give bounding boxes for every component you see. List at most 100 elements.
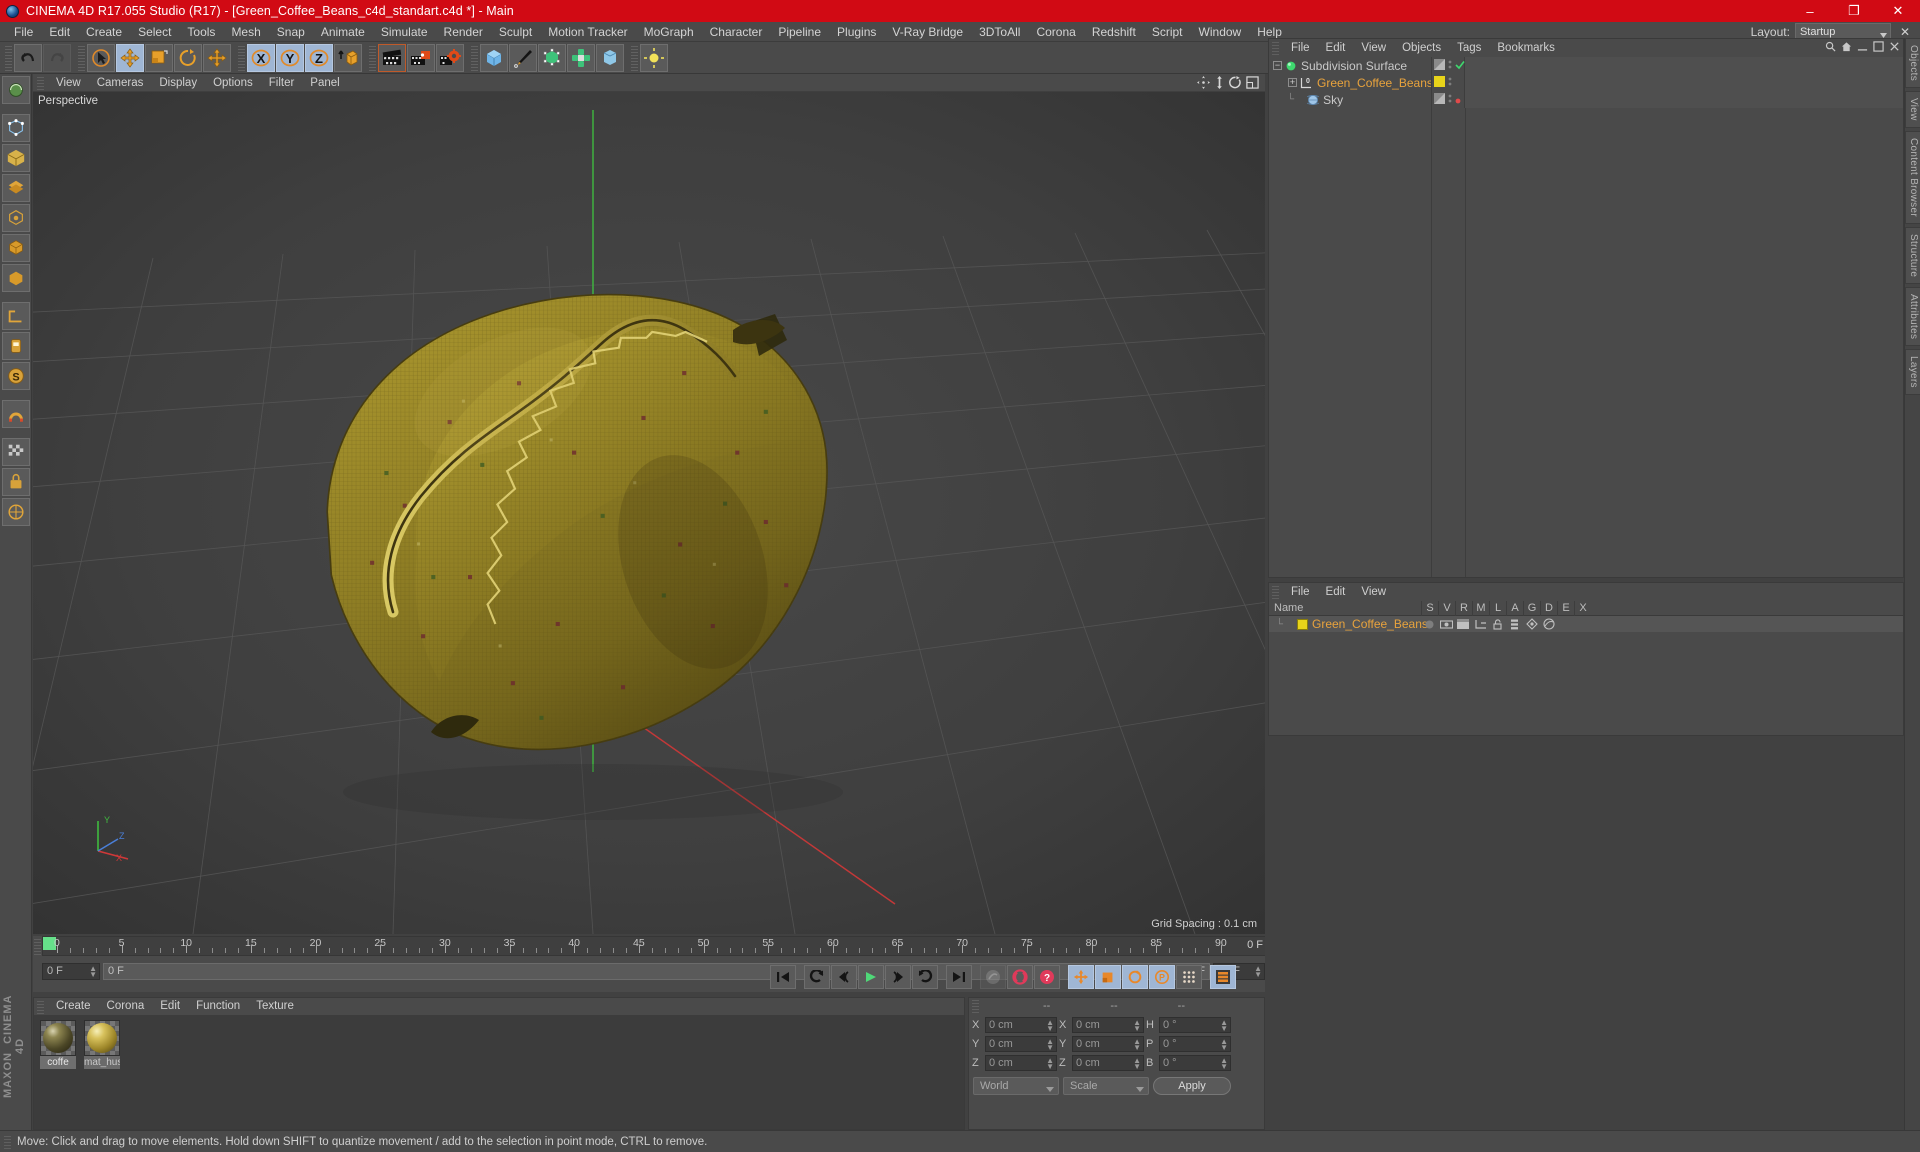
- spinner-icon[interactable]: ▲ ▼: [1046, 1038, 1054, 1052]
- enable-axis-button[interactable]: [1, 204, 30, 232]
- object-tree[interactable]: − Subdivision Surface +0 Green_Coffee_Beans…: [1269, 57, 1903, 577]
- layer-color-swatch[interactable]: [1297, 618, 1308, 630]
- disabled-dot-icon[interactable]: [1455, 93, 1461, 107]
- record-active-objects-button[interactable]: [980, 965, 1006, 989]
- lock-z-axis-button[interactable]: Z: [305, 43, 333, 72]
- material-grip[interactable]: [37, 999, 44, 1014]
- maximize-view-icon[interactable]: [1246, 76, 1259, 92]
- workplane-button[interactable]: [1, 332, 30, 360]
- viewport-menu-filter[interactable]: Filter: [261, 74, 303, 92]
- menu-item-mesh[interactable]: Mesh: [223, 22, 268, 42]
- menu-item-simulate[interactable]: Simulate: [373, 22, 436, 42]
- spinner-icon[interactable]: ▲ ▼: [1220, 1038, 1228, 1052]
- object-row[interactable]: − Subdivision Surface: [1269, 57, 1903, 74]
- material-menu-edit[interactable]: Edit: [152, 998, 188, 1015]
- layer-column-r[interactable]: R: [1455, 600, 1472, 616]
- spinner-icon[interactable]: ▲ ▼: [1133, 1057, 1141, 1071]
- home-icon[interactable]: [1841, 41, 1852, 55]
- layer-column-g[interactable]: G: [1523, 600, 1540, 616]
- world-object-coordinates-button[interactable]: [334, 43, 362, 72]
- toolbar-grip[interactable]: [631, 44, 638, 71]
- step-back-button[interactable]: [831, 965, 857, 989]
- spinner-icon[interactable]: ▲ ▼: [1220, 1057, 1228, 1071]
- menu-item-render[interactable]: Render: [436, 22, 491, 42]
- animation-toggle-icon[interactable]: [1506, 616, 1523, 632]
- manager-toggle-icon[interactable]: [1472, 616, 1489, 632]
- play-backwards-button[interactable]: [804, 965, 830, 989]
- layer-column-name[interactable]: Name: [1269, 602, 1421, 614]
- transform-tool[interactable]: [203, 43, 231, 72]
- live-selection-tool[interactable]: [87, 43, 115, 72]
- timeline-ruler[interactable]: 0 5 10 15 20 25 30 35 40 45 50 55 60 65 70 75 80 85 90 0 F: [34, 936, 1265, 956]
- toolbar-grip[interactable]: [78, 44, 85, 71]
- scale-tool[interactable]: [145, 43, 173, 72]
- minimize-panel-icon[interactable]: [1857, 41, 1868, 55]
- material-tag-icon[interactable]: [1434, 75, 1445, 90]
- object-menu-view[interactable]: View: [1353, 39, 1394, 57]
- toolbar-grip[interactable]: [238, 44, 245, 71]
- scale-channel-button[interactable]: [1095, 965, 1121, 989]
- object-mode-button[interactable]: [1, 264, 30, 292]
- layer-menu-edit[interactable]: Edit: [1318, 583, 1354, 601]
- step-forward-button[interactable]: [885, 965, 911, 989]
- rotation-p-field[interactable]: 0 ° ▲ ▼: [1159, 1036, 1231, 1052]
- size-x-field[interactable]: 0 cm ▲ ▼: [1072, 1017, 1144, 1033]
- redo-button[interactable]: [43, 43, 71, 72]
- add-cube-button[interactable]: [480, 43, 508, 72]
- loop-button[interactable]: [912, 965, 938, 989]
- visibility-dots-icon[interactable]: [1448, 76, 1452, 90]
- solo-toggle-icon[interactable]: [1421, 616, 1438, 632]
- rotation-h-field[interactable]: 0 ° ▲ ▼: [1159, 1017, 1231, 1033]
- current-frame-field[interactable]: 0 F ▲ ▼: [42, 962, 100, 980]
- viewport-menu-display[interactable]: Display: [151, 74, 205, 92]
- lock-x-axis-button[interactable]: X: [247, 43, 275, 72]
- material-menu-corona[interactable]: Corona: [99, 998, 153, 1015]
- enabled-check-icon[interactable]: [1455, 59, 1465, 73]
- spinner-icon[interactable]: ▲ ▼: [1254, 964, 1262, 978]
- add-spline-pen-button[interactable]: [509, 43, 537, 72]
- menu-item-snap[interactable]: Snap: [269, 22, 313, 42]
- generator-toggle-icon[interactable]: [1523, 616, 1540, 632]
- menu-item-corona[interactable]: Corona: [1028, 22, 1083, 42]
- object-row[interactable]: └ Sky: [1269, 91, 1903, 108]
- menu-item-pipeline[interactable]: Pipeline: [770, 22, 829, 42]
- viewport-canvas[interactable]: Perspective Y X Z Grid Spacing: 0.1 cm: [33, 92, 1265, 934]
- viewport-grip[interactable]: [37, 75, 44, 90]
- menu-item-v-ray-bridge[interactable]: V-Ray Bridge: [884, 22, 971, 42]
- right-tab-objects[interactable]: Objects: [1905, 38, 1920, 89]
- size-y-field[interactable]: 0 cm ▲ ▼: [1072, 1036, 1144, 1052]
- viewport-menu-panel[interactable]: Panel: [302, 74, 347, 92]
- right-tab-structure[interactable]: Structure: [1905, 226, 1920, 284]
- spinner-icon[interactable]: ▲ ▼: [1046, 1057, 1054, 1071]
- layer-menu-file[interactable]: File: [1283, 583, 1318, 601]
- add-light-button[interactable]: [640, 43, 668, 72]
- toolbar-grip[interactable]: [471, 44, 478, 71]
- timeline-grip[interactable]: [34, 938, 41, 955]
- layer-column-s[interactable]: S: [1421, 600, 1438, 616]
- undo-button[interactable]: [14, 43, 42, 72]
- menu-item-edit[interactable]: Edit: [41, 22, 78, 42]
- object-menu-tags[interactable]: Tags: [1449, 39, 1489, 57]
- object-menu-objects[interactable]: Objects: [1394, 39, 1449, 57]
- layer-column-m[interactable]: M: [1472, 600, 1489, 616]
- menu-item-animate[interactable]: Animate: [313, 22, 373, 42]
- minimize-button[interactable]: –: [1788, 0, 1832, 22]
- maximize-button[interactable]: ❐: [1832, 0, 1876, 22]
- material-thumbnail[interactable]: [40, 1020, 76, 1056]
- spinner-icon[interactable]: ▲ ▼: [1046, 1019, 1054, 1033]
- spinner-icon[interactable]: ▲ ▼: [1133, 1019, 1141, 1033]
- lock-workplane-button[interactable]: [1, 468, 30, 496]
- position-x-field[interactable]: 0 cm ▲ ▼: [985, 1017, 1057, 1033]
- render-view-button[interactable]: [378, 43, 406, 72]
- size-z-field[interactable]: 0 cm ▲ ▼: [1072, 1055, 1144, 1071]
- lock-toggle-icon[interactable]: [1489, 616, 1506, 632]
- edge-mode-button[interactable]: [1, 144, 30, 172]
- menu-item-select[interactable]: Select: [130, 22, 179, 42]
- material-item[interactable]: mat_hus: [84, 1020, 120, 1129]
- model-mode-button[interactable]: [1, 234, 30, 262]
- right-tab-attributes[interactable]: Attributes: [1905, 286, 1920, 347]
- display-tag-icon[interactable]: [1434, 92, 1445, 107]
- position-y-field[interactable]: 0 cm ▲ ▼: [985, 1036, 1057, 1052]
- close-button[interactable]: ✕: [1876, 0, 1920, 22]
- toolbar-grip[interactable]: [369, 44, 376, 71]
